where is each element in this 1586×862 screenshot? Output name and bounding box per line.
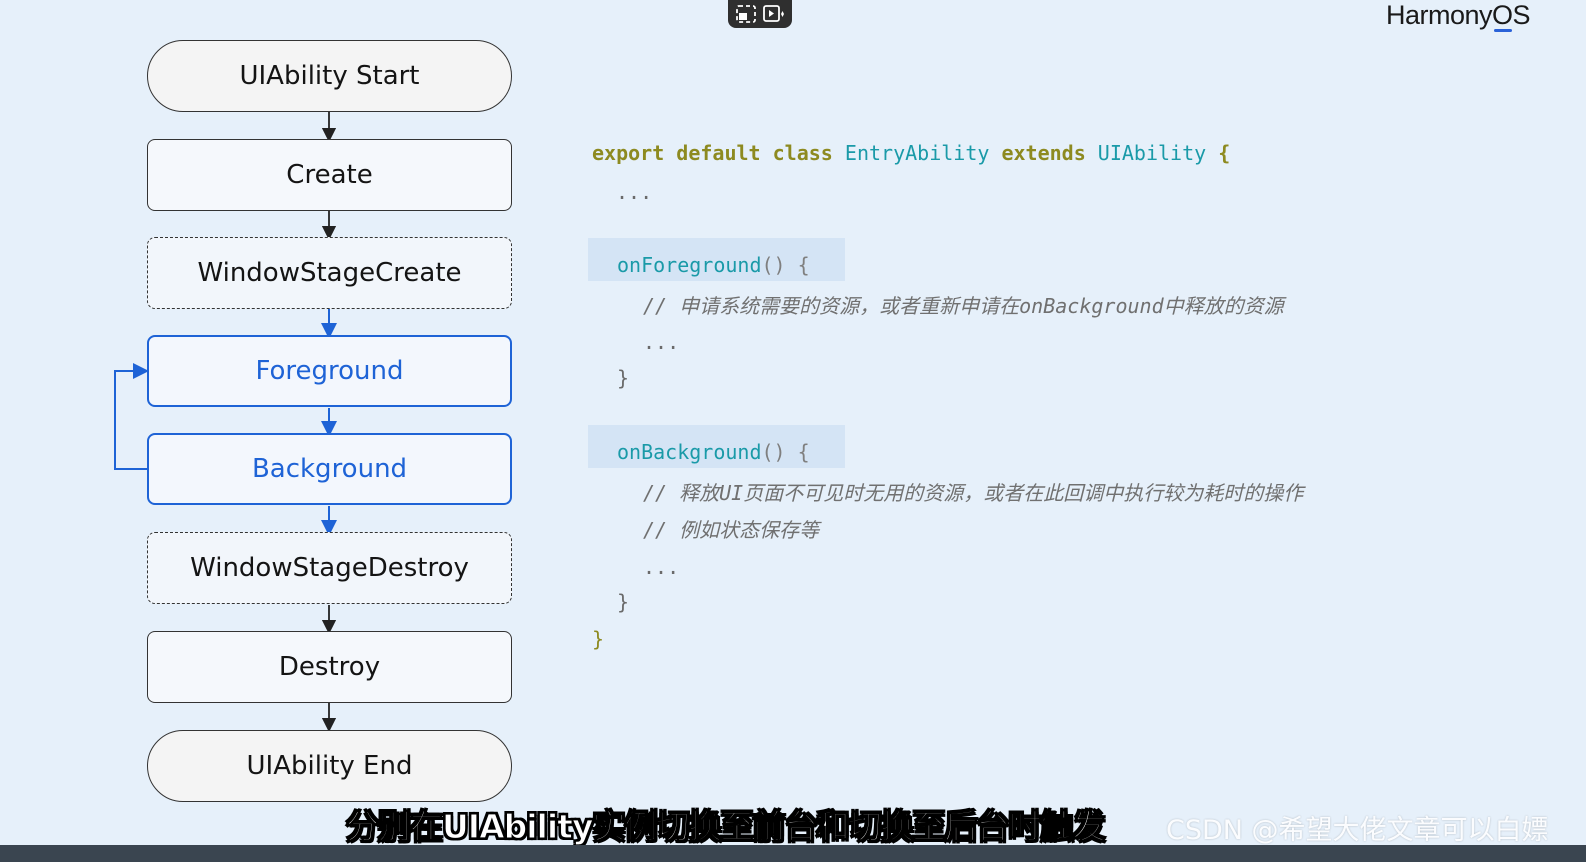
node-uiability-start: UIAbility Start [147, 40, 512, 112]
code-onbackground-ellipsis: ... [643, 555, 680, 579]
picture-in-picture-icon[interactable] [735, 4, 757, 24]
code-onforeground-ellipsis: ... [643, 330, 680, 354]
node-destroy: Destroy [147, 631, 512, 703]
arrow-background-loop-foreground [114, 363, 149, 470]
code-line-class-decl: export default class EntryAbility extend… [592, 141, 1231, 165]
code-onbackground-comment-2: // 例如状态保存等 [643, 518, 820, 542]
csdn-watermark: CSDN @希望大佬文章可以白嫖 [1166, 815, 1549, 846]
node-windowstagedestroy: WindowStageDestroy [147, 532, 512, 604]
harmonyos-logo: HarmonyOS [1385, 0, 1531, 31]
player-bottom-strip [0, 845, 1586, 862]
brand-os: OS [1491, 0, 1531, 30]
node-background: Background [147, 433, 512, 505]
video-effects-icon[interactable] [762, 4, 786, 24]
code-onbackground-close: } [617, 590, 630, 614]
brand-prefix: Harmony [1385, 0, 1493, 30]
code-onforeground-decl: onForeground() { [617, 253, 810, 277]
code-onbackground-comment-1: // 释放UI页面不可见时无用的资源，或者在此回调中执行较为耗时的操作 [643, 481, 1304, 505]
code-onbackground-decl: onBackground() { [617, 440, 810, 464]
code-onforeground-close: } [617, 366, 630, 390]
code-class-close: } [592, 627, 605, 651]
video-subtitle: 分别在UIAbility实例切换至前台和切换至后台时触发 [345, 806, 1106, 846]
node-windowstagecreate: WindowStageCreate [147, 237, 512, 309]
code-onforeground-comment: // 申请系统需要的资源，或者重新申请在onBackground中释放的资源 [643, 294, 1284, 318]
video-overlay-controls [728, 0, 792, 28]
code-ellipsis-top: ... [616, 180, 653, 204]
node-create: Create [147, 139, 512, 211]
node-uiability-end: UIAbility End [147, 730, 512, 802]
node-foreground: Foreground [147, 335, 512, 407]
